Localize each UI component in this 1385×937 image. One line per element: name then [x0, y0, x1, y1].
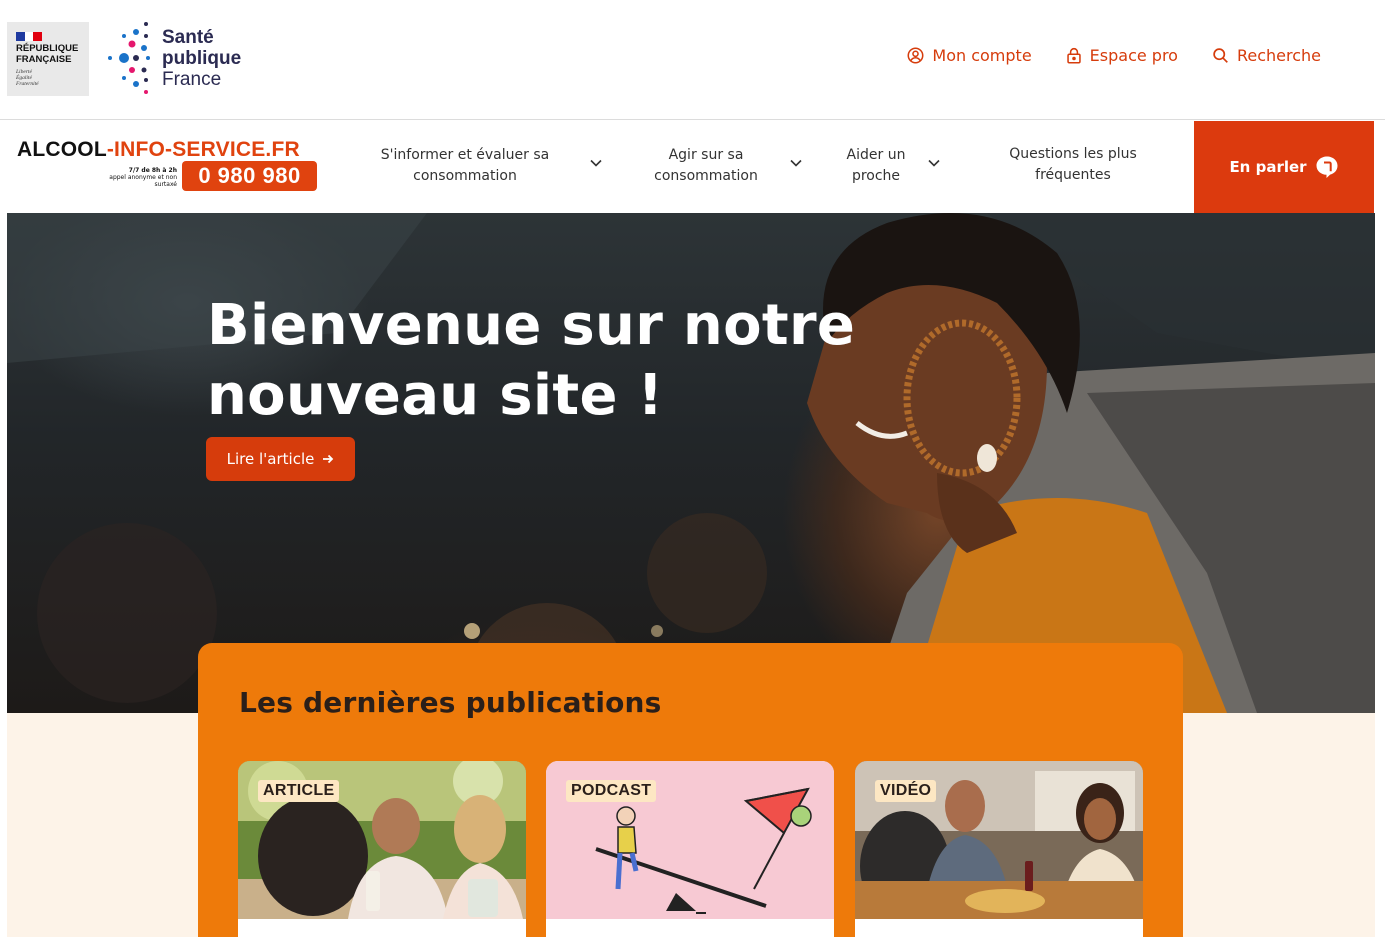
espace-pro-link[interactable]: Espace pro — [1066, 46, 1178, 65]
latest-publications-section: Les dernières publications ARTICLE PODCA… — [198, 643, 1183, 937]
spf-name: Santé publique France — [162, 27, 242, 90]
nav-item-informer[interactable]: S'informer et évaluer sa consommation — [372, 145, 602, 187]
hero-banner: Bienvenue sur notre nouveau site ! Lire … — [7, 213, 1375, 713]
chat-bubble-icon — [1316, 156, 1338, 178]
lock-icon — [1066, 48, 1081, 64]
recherche-label: Recherche — [1236, 46, 1321, 65]
ais-phone-number[interactable]: 0 980 980 930 — [182, 161, 317, 218]
podcast-tag: PODCAST — [566, 780, 657, 802]
espace-pro-label: Espace pro — [1089, 46, 1178, 65]
user-circle-icon — [907, 47, 924, 64]
nav-item-aider-label: Aider un proche — [846, 147, 906, 184]
nav-item-informer-label: S'informer et évaluer sa consommation — [380, 147, 550, 184]
section-title: Les dernières publications — [239, 686, 662, 719]
publication-card-video[interactable]: VIDÉO — [855, 761, 1143, 937]
chevron-down-icon — [928, 159, 940, 167]
rf-motto: Liberté Égalité Fraternité — [16, 69, 39, 87]
ais-title: ALCOOL-INFO-SERVICE.FR — [17, 138, 300, 161]
sante-publique-france-logo[interactable]: Santé publique France — [106, 20, 246, 98]
top-header: RÉPUBLIQUE FRANÇAISE Liberté Égalité Fra… — [0, 0, 1385, 120]
chevron-down-icon — [590, 159, 602, 167]
mon-compte-label: Mon compte — [932, 46, 1032, 65]
rf-name: RÉPUBLIQUE FRANÇAISE — [16, 43, 79, 65]
recherche-link[interactable]: Recherche — [1212, 46, 1321, 65]
main-nav: ALCOOL-INFO-SERVICE.FR 7/7 de 8h à 2h ap… — [0, 121, 1385, 218]
lire-article-button[interactable]: Lire l'article — [206, 437, 355, 481]
spf-dots-icon — [108, 22, 150, 94]
lire-article-label: Lire l'article — [226, 450, 315, 468]
publication-card-podcast[interactable]: PODCAST — [546, 761, 834, 937]
search-icon — [1213, 48, 1228, 63]
nav-item-aider[interactable]: Aider un proche — [838, 145, 940, 187]
top-links: Mon compte Espace pro Recherche — [873, 46, 1321, 65]
publication-card-article[interactable]: ARTICLE — [238, 761, 526, 937]
mon-compte-link[interactable]: Mon compte — [907, 46, 1032, 65]
arrow-right-icon — [323, 454, 334, 464]
french-flag-icon — [16, 32, 42, 41]
republique-francaise-logo[interactable]: RÉPUBLIQUE FRANÇAISE Liberté Égalité Fra… — [7, 22, 89, 96]
article-tag: ARTICLE — [258, 780, 340, 802]
chevron-down-icon — [790, 159, 802, 167]
nav-item-questions[interactable]: Questions les plus fréquentes — [1000, 144, 1146, 186]
nav-item-agir[interactable]: Agir sur sa consommation — [646, 145, 802, 187]
en-parler-label: En parler — [1229, 158, 1307, 176]
nav-item-questions-label: Questions les plus fréquentes — [1009, 146, 1137, 183]
nav-item-agir-label: Agir sur sa consommation — [654, 147, 758, 184]
en-parler-button[interactable]: En parler — [1194, 121, 1374, 213]
video-tag: VIDÉO — [875, 780, 937, 802]
ais-hours: 7/7 de 8h à 2h appel anonyme et non surt… — [109, 167, 177, 188]
hero-title: Bienvenue sur notre nouveau site ! — [207, 293, 856, 428]
alcool-info-service-logo[interactable]: ALCOOL-INFO-SERVICE.FR 7/7 de 8h à 2h ap… — [17, 138, 319, 218]
